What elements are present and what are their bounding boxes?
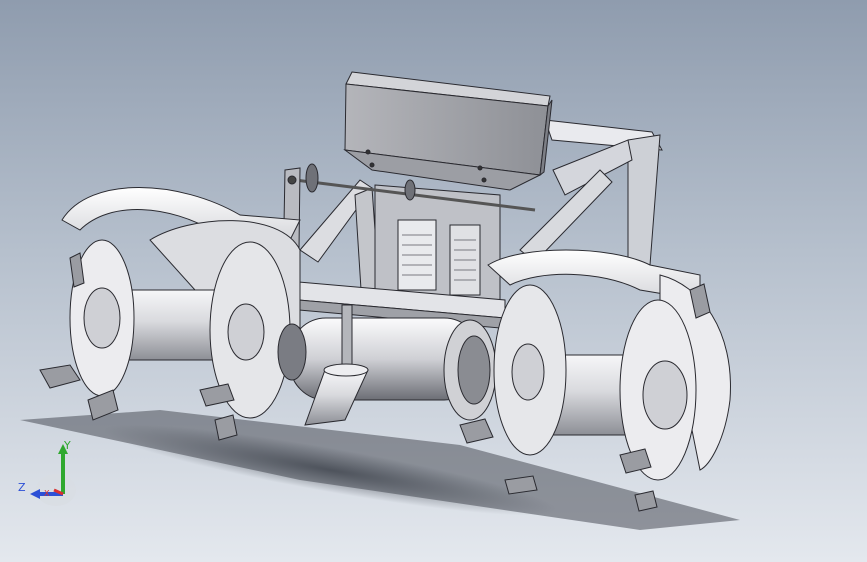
seeding-drum xyxy=(277,317,497,421)
tine-blade xyxy=(459,418,494,444)
x-axis-label: X xyxy=(44,489,50,498)
tine-blade xyxy=(39,364,81,389)
z-axis-head xyxy=(30,489,40,499)
tiller-seeder-model[interactable] xyxy=(0,0,867,562)
seed-hopper xyxy=(343,71,553,191)
z-axis-label: Z xyxy=(18,481,26,494)
tine-blade xyxy=(634,490,658,512)
triad-axes xyxy=(30,444,76,506)
view-orientation-triad[interactable]: Y Z X xyxy=(14,438,84,510)
3d-viewport[interactable]: Y Z X xyxy=(0,0,867,562)
left-rotor xyxy=(39,187,301,441)
y-axis-label: Y xyxy=(64,439,71,452)
tine-blade xyxy=(214,414,238,441)
